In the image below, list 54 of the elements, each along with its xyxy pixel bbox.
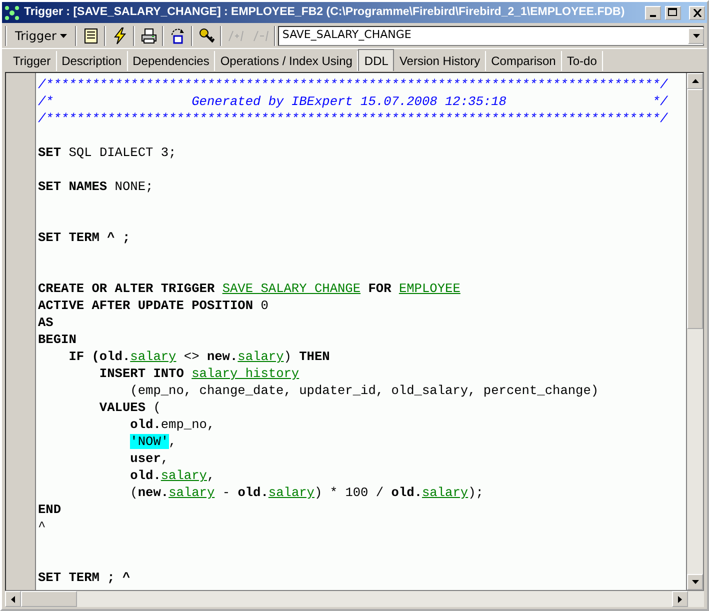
tab[interactable]: Dependencies bbox=[128, 51, 216, 71]
close-button[interactable] bbox=[689, 6, 705, 20]
code-line: /* Generated by IBExpert 15.07.2008 12:35:18 */ bbox=[38, 93, 669, 110]
arrow-up-icon bbox=[692, 79, 698, 83]
arrow-down-icon bbox=[692, 580, 698, 584]
tab[interactable]: DDL bbox=[358, 49, 394, 71]
code-line: (new.salary - old.salary) * 100 / old.salary); bbox=[129, 484, 484, 501]
code-line: /********************************************************************************/ bbox=[38, 76, 669, 93]
maximize-icon bbox=[668, 8, 678, 17]
object-name-field[interactable]: SAVE_SALARY_CHANGE bbox=[278, 26, 704, 46]
window-title: Trigger : [SAVE_SALARY_CHANGE] : EMPLOYEE_FB2 (C:\Programme\Firebird\Firebird_2_1\EMPLOYEE.FDB) bbox=[24, 4, 626, 20]
code-line: SET TERM ; ^ bbox=[38, 569, 132, 586]
printer-icon bbox=[140, 26, 158, 44]
maximize-button[interactable] bbox=[665, 6, 681, 20]
key-icon bbox=[198, 26, 216, 44]
code-line: ^ bbox=[38, 518, 47, 535]
code-line: SET TERM ^ ; bbox=[38, 229, 132, 246]
arrow-left-icon bbox=[11, 596, 15, 602]
minimize-button[interactable] bbox=[645, 6, 661, 20]
code-line: user, bbox=[129, 450, 170, 467]
scrollbar-thumb[interactable] bbox=[21, 591, 77, 607]
code-line: BEGIN bbox=[38, 331, 78, 348]
form-icon bbox=[82, 26, 100, 44]
code-line: old.emp_no, bbox=[129, 416, 216, 433]
code-line: AS bbox=[38, 314, 54, 331]
vertical-scrollbar[interactable] bbox=[687, 73, 703, 590]
caret-icon bbox=[60, 34, 68, 38]
tab[interactable]: Trigger bbox=[8, 51, 57, 71]
code-line: SET NAMES NONE; bbox=[38, 178, 154, 195]
code-editor[interactable] bbox=[36, 73, 687, 590]
tab[interactable]: To-do bbox=[562, 51, 603, 71]
code-line: old.salary, bbox=[129, 467, 216, 484]
minimize-icon bbox=[650, 14, 656, 16]
code-line: CREATE OR ALTER TRIGGER SAVE SALARY CHANGE FOR EMPLOYEE bbox=[38, 280, 462, 297]
dropdown-button[interactable] bbox=[688, 28, 704, 44]
caret-icon bbox=[692, 34, 700, 38]
code-line: END bbox=[38, 501, 62, 518]
horizontal-scrollbar[interactable] bbox=[5, 591, 704, 607]
app-icon bbox=[4, 4, 20, 20]
close-icon bbox=[692, 8, 702, 16]
code-line: VALUES ( bbox=[98, 399, 162, 416]
trigger-menu-button[interactable]: Trigger bbox=[9, 24, 74, 46]
tab[interactable]: Comparison bbox=[486, 51, 562, 71]
code-line: SET SQL DIALECT 3; bbox=[38, 144, 178, 161]
code-line: IF (old.salary <> new.salary) THEN bbox=[68, 348, 331, 365]
code-line: ACTIVE AFTER UPDATE POSITION 0 bbox=[38, 297, 270, 314]
code-line: (emp_no, change_date, updater_id, old_salary, percent_change) bbox=[129, 382, 600, 399]
code-line: INSERT INTO salary history bbox=[98, 365, 300, 382]
tab[interactable]: Description bbox=[56, 51, 128, 71]
export-icon bbox=[168, 26, 187, 44]
scrollbar-thumb[interactable] bbox=[687, 89, 703, 329]
arrow-right-icon bbox=[678, 596, 682, 602]
tab[interactable]: Version History bbox=[394, 51, 486, 71]
code-line: /********************************************************************************/ bbox=[38, 110, 669, 127]
